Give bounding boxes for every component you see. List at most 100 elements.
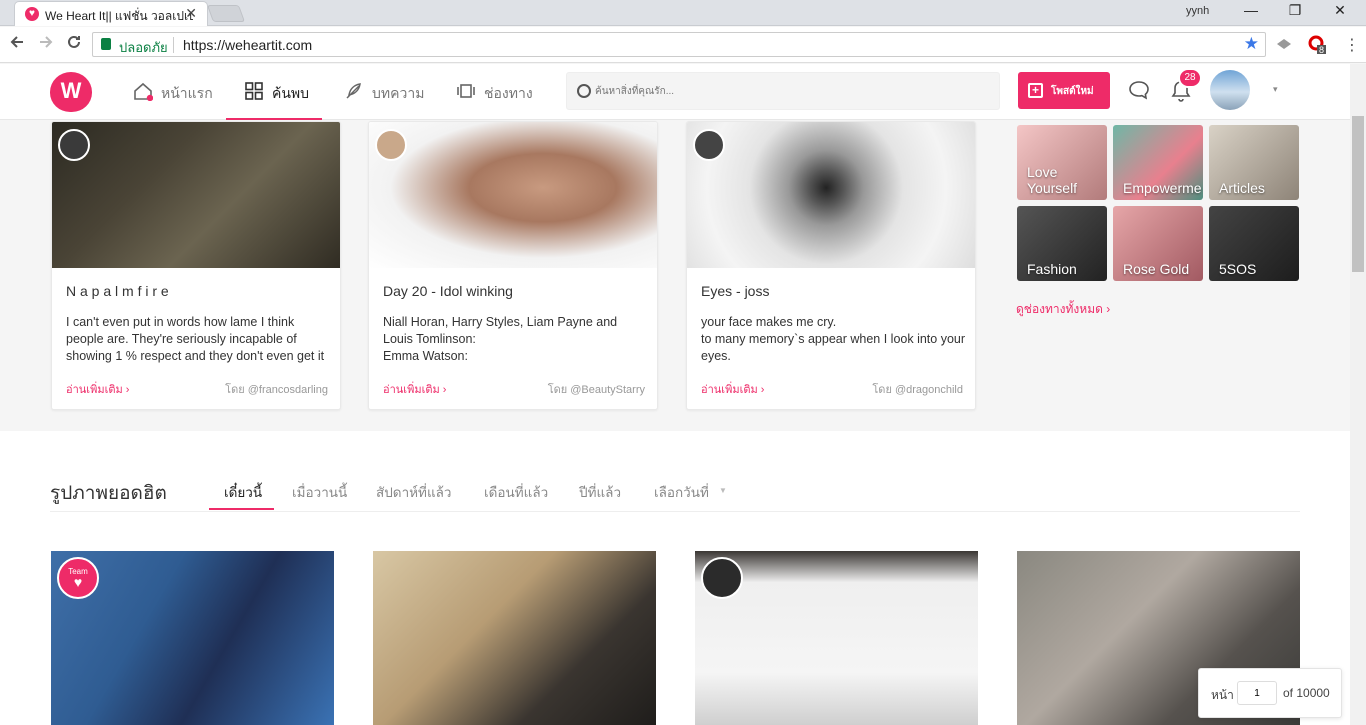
active-tab-indicator (209, 508, 274, 510)
article-title[interactable]: Day 20 - Idol winking (383, 283, 513, 299)
url-text[interactable]: https://weheartit.com (183, 37, 312, 53)
browser-tab[interactable]: ♥ We Heart It|| แฟชั่น วอลเปเปอร์ ✕ (14, 1, 208, 26)
channel-tile[interactable]: Articles (1209, 125, 1299, 200)
messages-icon[interactable] (1128, 80, 1150, 106)
nav-articles[interactable]: บทความ (344, 64, 430, 120)
channel-tile[interactable]: Love Yourself (1017, 125, 1107, 200)
channel-label: Empowerme (1123, 180, 1202, 196)
section-title: รูปภาพยอดฮิต (50, 483, 167, 504)
heart-icon: ♥ (73, 574, 83, 590)
article-title[interactable]: N a p a l m f i r e (66, 283, 169, 299)
article-author[interactable]: โดย @francosdarling (225, 380, 328, 398)
tab-last-week[interactable]: สัปดาห์ที่แล้ว (376, 481, 452, 503)
nav-discover[interactable]: ค้นพบ (226, 64, 322, 120)
nav-home[interactable]: หน้าแรก (133, 64, 213, 120)
tab-title: We Heart It|| แฟชั่น วอลเปเปอร์ (45, 9, 193, 23)
article-card[interactable]: N a p a l m f i r e I can't even put in … (51, 121, 341, 410)
menu-kebab-icon[interactable]: ⋮ (1344, 35, 1360, 55)
nav-channels[interactable]: ช่องทาง (456, 64, 542, 120)
close-window-button[interactable]: ✕ (1325, 2, 1355, 19)
section-divider (50, 511, 1300, 512)
tab-yesterday[interactable]: เมื่อวานนี้ (292, 481, 347, 503)
extension-icon[interactable] (1276, 37, 1292, 54)
tab-last-year[interactable]: ปีที่แล้ว (579, 481, 621, 503)
restore-button[interactable]: ❐ (1280, 2, 1310, 19)
address-bar[interactable]: ปลอดภัย https://weheartit.com ★ (92, 32, 1266, 57)
page-scrollbar[interactable] (1350, 64, 1366, 725)
channel-tile[interactable]: 5SOS (1209, 206, 1299, 281)
home-icon (134, 82, 153, 101)
page-label: หน้า (1211, 688, 1234, 702)
chevron-down-icon[interactable]: ▼ (719, 486, 727, 495)
weheartit-logo[interactable]: W (50, 72, 92, 112)
author-avatar[interactable] (701, 557, 743, 599)
post-new-button[interactable]: + โพสต์ใหม่ (1018, 72, 1110, 109)
article-image[interactable] (52, 122, 340, 268)
author-avatar[interactable] (375, 129, 407, 161)
extension-badge: 8 (1319, 45, 1325, 55)
site-header: W หน้าแรก ค้นพบ บทความ ช่องทาง + โพสต์ให… (0, 64, 1350, 120)
channel-tile[interactable]: Fashion (1017, 206, 1107, 281)
user-avatar[interactable] (1210, 70, 1250, 110)
all-channels-link[interactable]: ดูช่องทางทั้งหมด › (1016, 300, 1110, 319)
page-number-input[interactable] (1237, 681, 1277, 705)
popular-image[interactable]: Team ♥ (51, 551, 334, 725)
scrollbar-thumb[interactable] (1352, 116, 1364, 272)
page-navigator: หน้า of 10000 (1198, 668, 1342, 718)
channel-label: Fashion (1027, 261, 1077, 277)
notification-count-badge: 28 (1178, 68, 1202, 88)
article-title[interactable]: Eyes - joss (701, 283, 769, 299)
reload-icon[interactable] (66, 34, 82, 55)
channels-icon (457, 84, 475, 98)
popular-images-section: รูปภาพยอดฮิต เดี๋ยวนี้ เมื่อวานนี้ สัปดา… (0, 431, 1350, 725)
profile-name[interactable]: yynh (1186, 5, 1209, 17)
post-new-label: โพสต์ใหม่ (1051, 86, 1094, 97)
minimize-button[interactable]: — (1236, 2, 1266, 18)
team-heart-badge[interactable]: Team ♥ (57, 557, 99, 599)
weheartit-favicon-icon: ♥ (25, 7, 39, 21)
read-more-link[interactable]: อ่านเพิ่มเติม › (701, 380, 764, 398)
search-box[interactable] (566, 72, 1000, 110)
channel-label: Rose Gold (1123, 261, 1190, 277)
channel-tile[interactable]: Empowerme (1113, 125, 1203, 200)
article-excerpt: Niall Horan, Harry Styles, Liam Payne an… (383, 315, 618, 363)
tab-close-icon[interactable]: ✕ (185, 5, 197, 22)
nav-home-label: หน้าแรก (161, 85, 213, 101)
omnibox-separator (173, 37, 174, 53)
article-excerpt: your face makes me cry. to many memory`s… (701, 315, 966, 363)
chevron-down-icon[interactable]: ▾ (1273, 84, 1278, 95)
feather-icon (346, 83, 361, 99)
article-image[interactable] (369, 122, 657, 268)
channel-label: 5SOS (1219, 261, 1257, 277)
author-avatar[interactable] (58, 129, 90, 161)
security-label: ปลอดภัย (119, 40, 168, 55)
plus-icon: + (1028, 83, 1043, 98)
channel-label: Articles (1219, 180, 1265, 196)
article-author[interactable]: โดย @dragonchild (872, 380, 963, 398)
new-tab-button[interactable] (206, 5, 246, 22)
tab-pick-date[interactable]: เลือกวันที่ (654, 481, 709, 503)
read-more-link[interactable]: อ่านเพิ่มเติม › (66, 380, 129, 398)
popular-image[interactable] (695, 551, 978, 725)
search-icon (577, 84, 591, 98)
nav-channels-label: ช่องทาง (484, 85, 533, 101)
bookmark-star-icon[interactable]: ★ (1244, 34, 1259, 54)
channel-tile[interactable]: Rose Gold (1113, 206, 1203, 281)
grid-icon (245, 82, 263, 100)
tab-now[interactable]: เดี๋ยวนี้ (224, 481, 262, 503)
article-card[interactable]: Day 20 - Idol winking Niall Horan, Harry… (368, 121, 658, 410)
article-image[interactable] (687, 122, 975, 268)
back-arrow-icon[interactable] (9, 34, 25, 55)
forward-arrow-icon[interactable] (38, 34, 54, 55)
tab-last-month[interactable]: เดือนที่แล้ว (484, 481, 548, 503)
popular-image[interactable] (373, 551, 656, 725)
nav-articles-label: บทความ (372, 85, 425, 101)
read-more-link[interactable]: อ่านเพิ่มเติม › (383, 380, 446, 398)
channel-label: Love Yourself (1027, 164, 1078, 196)
author-avatar[interactable] (693, 129, 725, 161)
article-excerpt: I can't even put in words how lame I thi… (66, 315, 325, 363)
article-author[interactable]: โดย @BeautyStarry (548, 380, 645, 398)
article-card[interactable]: Eyes - joss your face makes me cry. to m… (686, 121, 976, 410)
search-input[interactable] (595, 81, 985, 101)
page-total: of 10000 (1283, 686, 1330, 700)
